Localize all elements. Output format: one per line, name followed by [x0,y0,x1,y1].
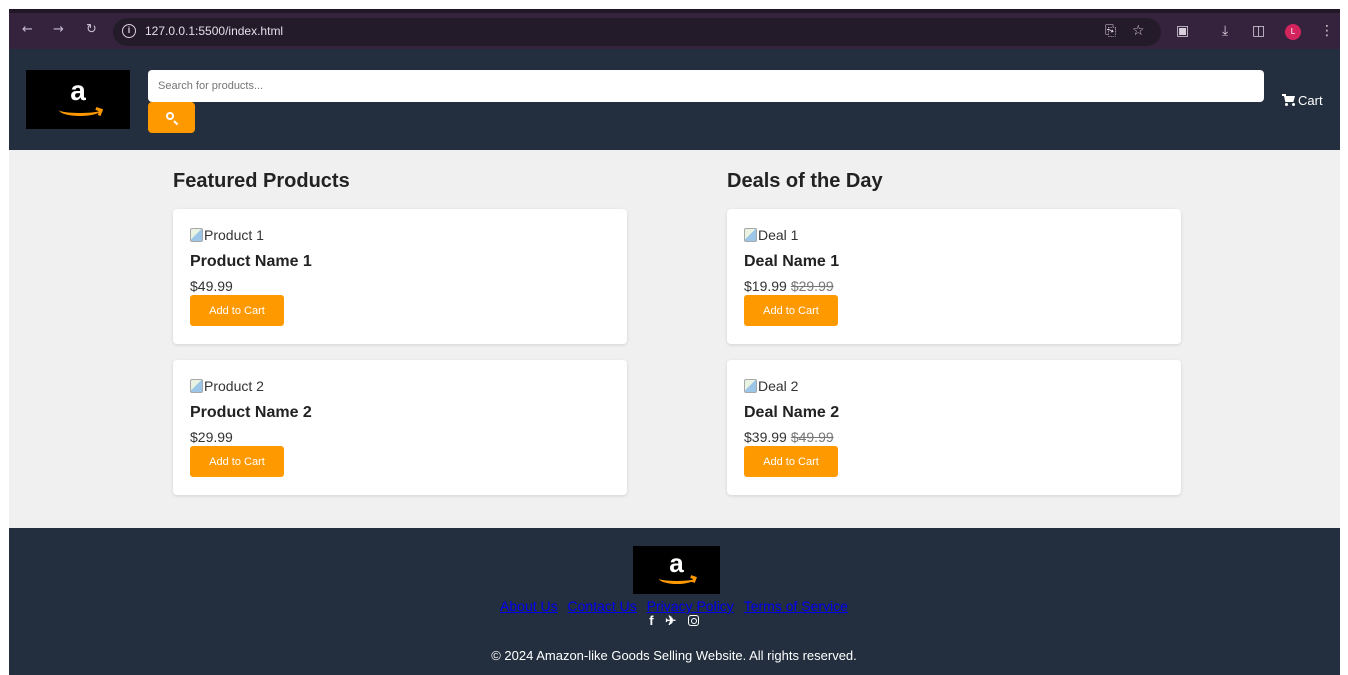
broken-image-icon [190,379,203,393]
product-image[interactable]: Product 1 [190,227,264,243]
footer-logo[interactable]: a [633,546,720,594]
product-price: $29.99 [190,429,233,445]
profile-avatar[interactable]: L [1285,24,1301,40]
address-url[interactable]: 127.0.0.1:5500/index.html [145,24,283,39]
product-image-alt: Product 2 [204,378,264,394]
cart-link[interactable]: Cart [1282,93,1323,109]
extensions-icon[interactable]: ▣ [1176,23,1189,39]
browser-tab-strip [9,9,1340,13]
twitter-icon[interactable]: ✈ [665,613,676,629]
download-icon[interactable]: ⤓ [1222,23,1228,39]
price-value: $49.99 [190,278,233,294]
kebab-menu-icon[interactable]: ⋮ [1320,23,1334,39]
old-price: $49.99 [790,429,834,445]
deal-name: Deal Name 1 [744,253,840,270]
section-title-featured: Featured Products [173,170,350,192]
deal-image-alt: Deal 2 [758,378,799,394]
footer-links: About Us Contact Us Privacy Policy Terms… [0,598,1348,614]
deal-card: Deal 1 Deal Name 1 $19.99 $29.99 Add to C… [727,209,1181,344]
product-name: Product Name 2 [190,404,312,421]
deal-name: Deal Name 2 [744,404,840,421]
deal-image[interactable]: Deal 1 [744,227,798,243]
reload-icon[interactable]: ↻ [86,23,97,37]
add-to-cart-button[interactable]: Add to Cart [744,295,838,326]
search-icon [166,112,174,120]
deal-image-alt: Deal 1 [758,227,799,243]
shopping-cart-icon [1282,94,1296,106]
footer-link-about-us[interactable]: About Us [500,598,558,614]
cast-icon[interactable]: ⎘ [1105,23,1116,39]
product-price: $49.99 [190,278,233,294]
broken-image-icon [190,228,203,242]
section-title-deals: Deals of the Day [727,170,883,192]
star-icon[interactable]: ☆ [1132,23,1145,39]
product-image[interactable]: Product 2 [190,378,264,394]
logo-letter: a [70,75,86,106]
deal-image[interactable]: Deal 2 [744,378,798,394]
side-panel-icon[interactable]: ◫ [1252,23,1265,39]
forward-arrow-icon[interactable]: → [53,23,64,37]
broken-image-icon [744,379,757,393]
logo-arrow-icon [94,107,103,116]
facebook-icon[interactable]: f [649,613,653,629]
add-to-cart-button[interactable]: Add to Cart [190,295,284,326]
footer-link-privacy-policy[interactable]: Privacy Policy [647,598,734,614]
footer-link-contact-us[interactable]: Contact Us [568,598,637,614]
product-card: Product 1 Product Name 1 $49.99 Add to C… [173,209,627,344]
search-button[interactable] [148,102,195,133]
search-input[interactable] [148,70,1264,102]
deal-card: Deal 2 Deal Name 2 $39.99 $49.99 Add to C… [727,360,1181,495]
site-info-icon[interactable]: i [122,24,136,38]
broken-image-icon [744,228,757,242]
cart-label: Cart [1298,93,1323,108]
back-arrow-icon[interactable]: ← [22,23,33,37]
social-links: f ✈ [0,613,1348,629]
copyright-text: © 2024 Amazon-like Goods Selling Website… [491,648,857,663]
product-name: Product Name 1 [190,253,312,270]
product-image-alt: Product 1 [204,227,264,243]
price-value: $29.99 [190,429,233,445]
site-logo[interactable]: a [26,70,130,129]
old-price: $29.99 [790,278,834,294]
product-card: Product 2 Product Name 2 $29.99 Add to C… [173,360,627,495]
footer-link-terms-of-service[interactable]: Terms of Service [744,598,848,614]
price-value: $19.99 [744,278,787,294]
add-to-cart-button[interactable]: Add to Cart [190,446,284,477]
instagram-icon[interactable] [687,615,699,626]
price-value: $39.99 [744,429,787,445]
add-to-cart-button[interactable]: Add to Cart [744,446,838,477]
deal-price: $39.99 $49.99 [744,429,834,445]
deal-price: $19.99 $29.99 [744,278,834,294]
